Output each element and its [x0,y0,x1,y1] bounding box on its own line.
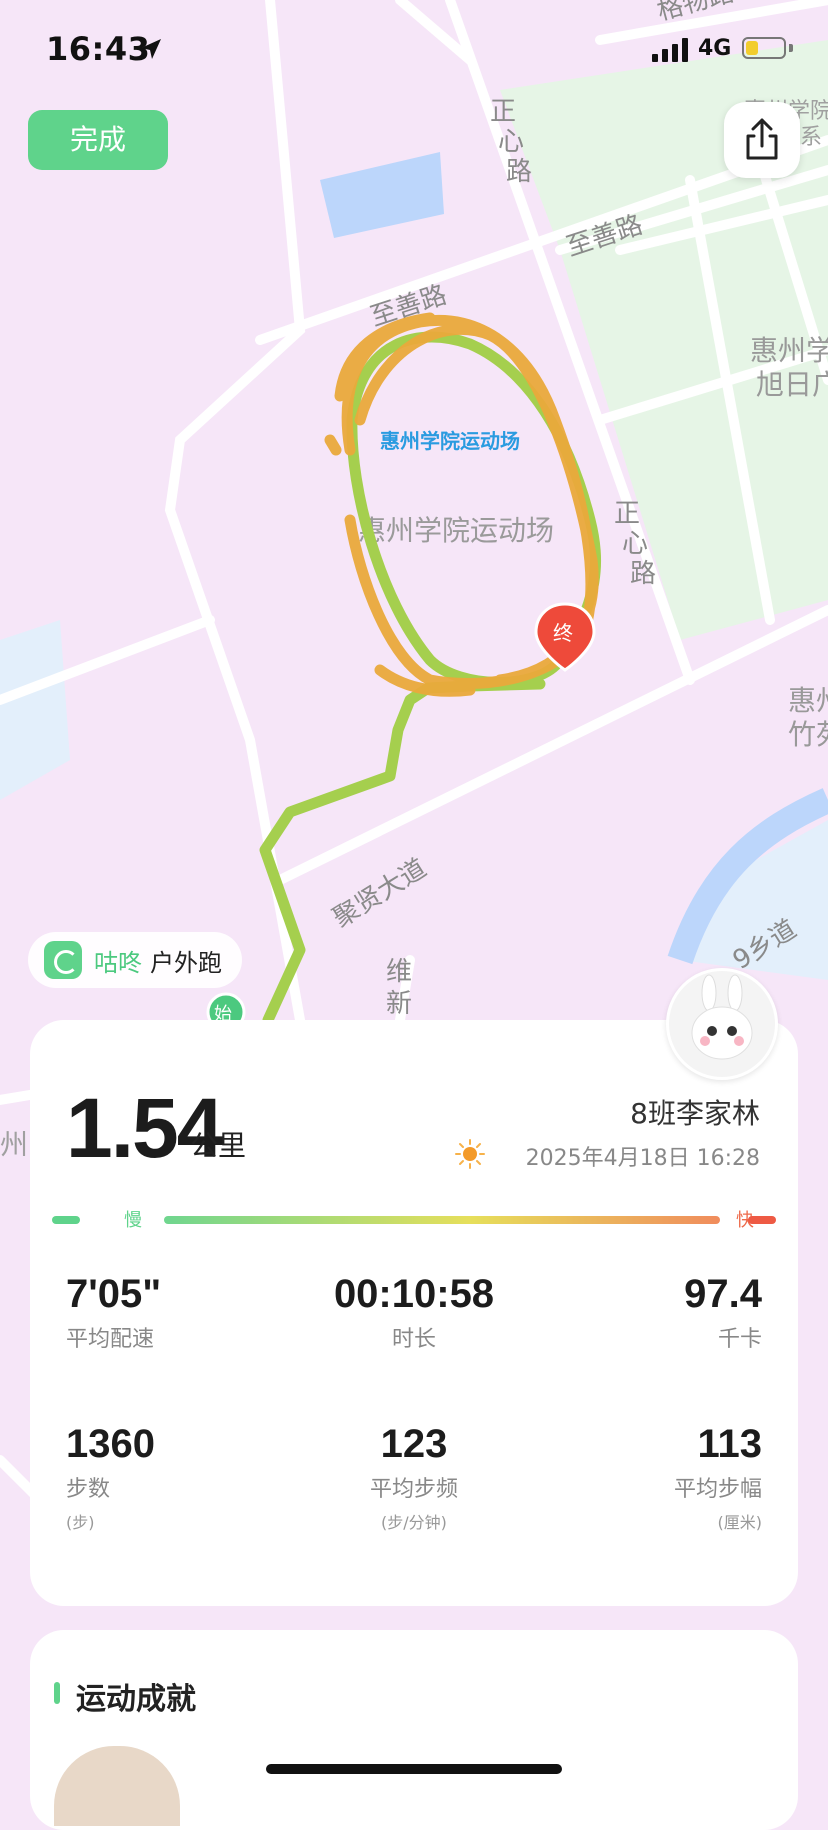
activity-type: 户外跑 [150,948,222,977]
stat-unit: (步) [66,1513,95,1532]
pace-legend: 慢 快 [52,1206,776,1236]
stat-calories: 97.4 千卡 [542,1272,762,1353]
stat-stride: 113 平均步幅 (厘米) [542,1422,762,1533]
venue-label: 惠州学院运动场 [358,514,554,547]
stat-unit: (厘米) [717,1513,763,1532]
run-datetime: 2025年4月18日 16:28 [525,1146,760,1171]
share-button[interactable] [724,102,800,178]
stat-label: 平均步幅 [673,1477,762,1502]
stat-cadence: 123 平均步频 (步/分钟) [304,1422,524,1533]
place-label: 惠州学旭日广 [750,334,828,401]
stat-label: 平均配速 [66,1327,155,1352]
battery-tip [789,44,793,52]
achievements-title: 运动成就 [76,1682,196,1717]
stat-value: 00:10:58 [333,1272,495,1316]
stat-value: 7'05" [66,1272,162,1316]
stat-value: 113 [697,1422,762,1466]
stat-label: 平均步频 [369,1477,458,1502]
section-accent [54,1682,60,1704]
slow-label: 慢 [124,1210,142,1231]
summary-card: 1.54 公里 8班李家林 2025年4月18日 16:28 慢 快 7'05"… [30,1020,798,1606]
fast-dash [748,1216,776,1224]
battery-icon [742,37,786,59]
stat-label: 时长 [391,1327,436,1352]
place-label: 惠州竹苑 [788,684,828,751]
achievements-card: 运动成就 [30,1630,798,1830]
home-indicator[interactable] [266,1764,562,1774]
sun-icon [455,1139,485,1169]
medal-icon[interactable] [54,1746,180,1826]
network-type: 4G [698,36,732,61]
share-icon [746,118,778,160]
stat-avg-pace: 7'05" 平均配速 [66,1272,286,1353]
stat-value: 1360 [66,1422,155,1466]
venue-label: 惠州学院运动场 [380,429,520,453]
runner-name: 8班李家林 [630,1097,760,1130]
pace-gradient [164,1216,720,1224]
place-label: 州 [0,1128,28,1161]
app-logo-icon [44,941,82,979]
stat-label: 步数 [66,1477,111,1502]
location-arrow-icon [141,39,161,59]
stat-value: 123 [380,1422,448,1466]
slow-dash [52,1216,80,1224]
stat-label: 千卡 [717,1327,762,1352]
status-time: 16:43 [46,30,151,68]
bunny-avatar-icon [691,974,753,1060]
distance-unit: 公里 [190,1129,247,1162]
brand-tag: 咕咚 户外跑 [28,932,242,988]
done-button[interactable]: 完成 [28,110,168,170]
stat-unit: (步/分钟) [381,1513,447,1532]
stat-duration: 00:10:58 时长 [304,1272,524,1353]
status-bar: 16:43 4G [0,0,828,100]
avatar[interactable] [666,968,778,1080]
stat-value: 97.4 [684,1272,762,1316]
brand-name: 咕咚 [94,948,142,977]
svg-text:终: 终 [553,621,573,645]
signal-icon [652,38,688,62]
stat-steps: 1360 步数 (步) [66,1422,286,1533]
